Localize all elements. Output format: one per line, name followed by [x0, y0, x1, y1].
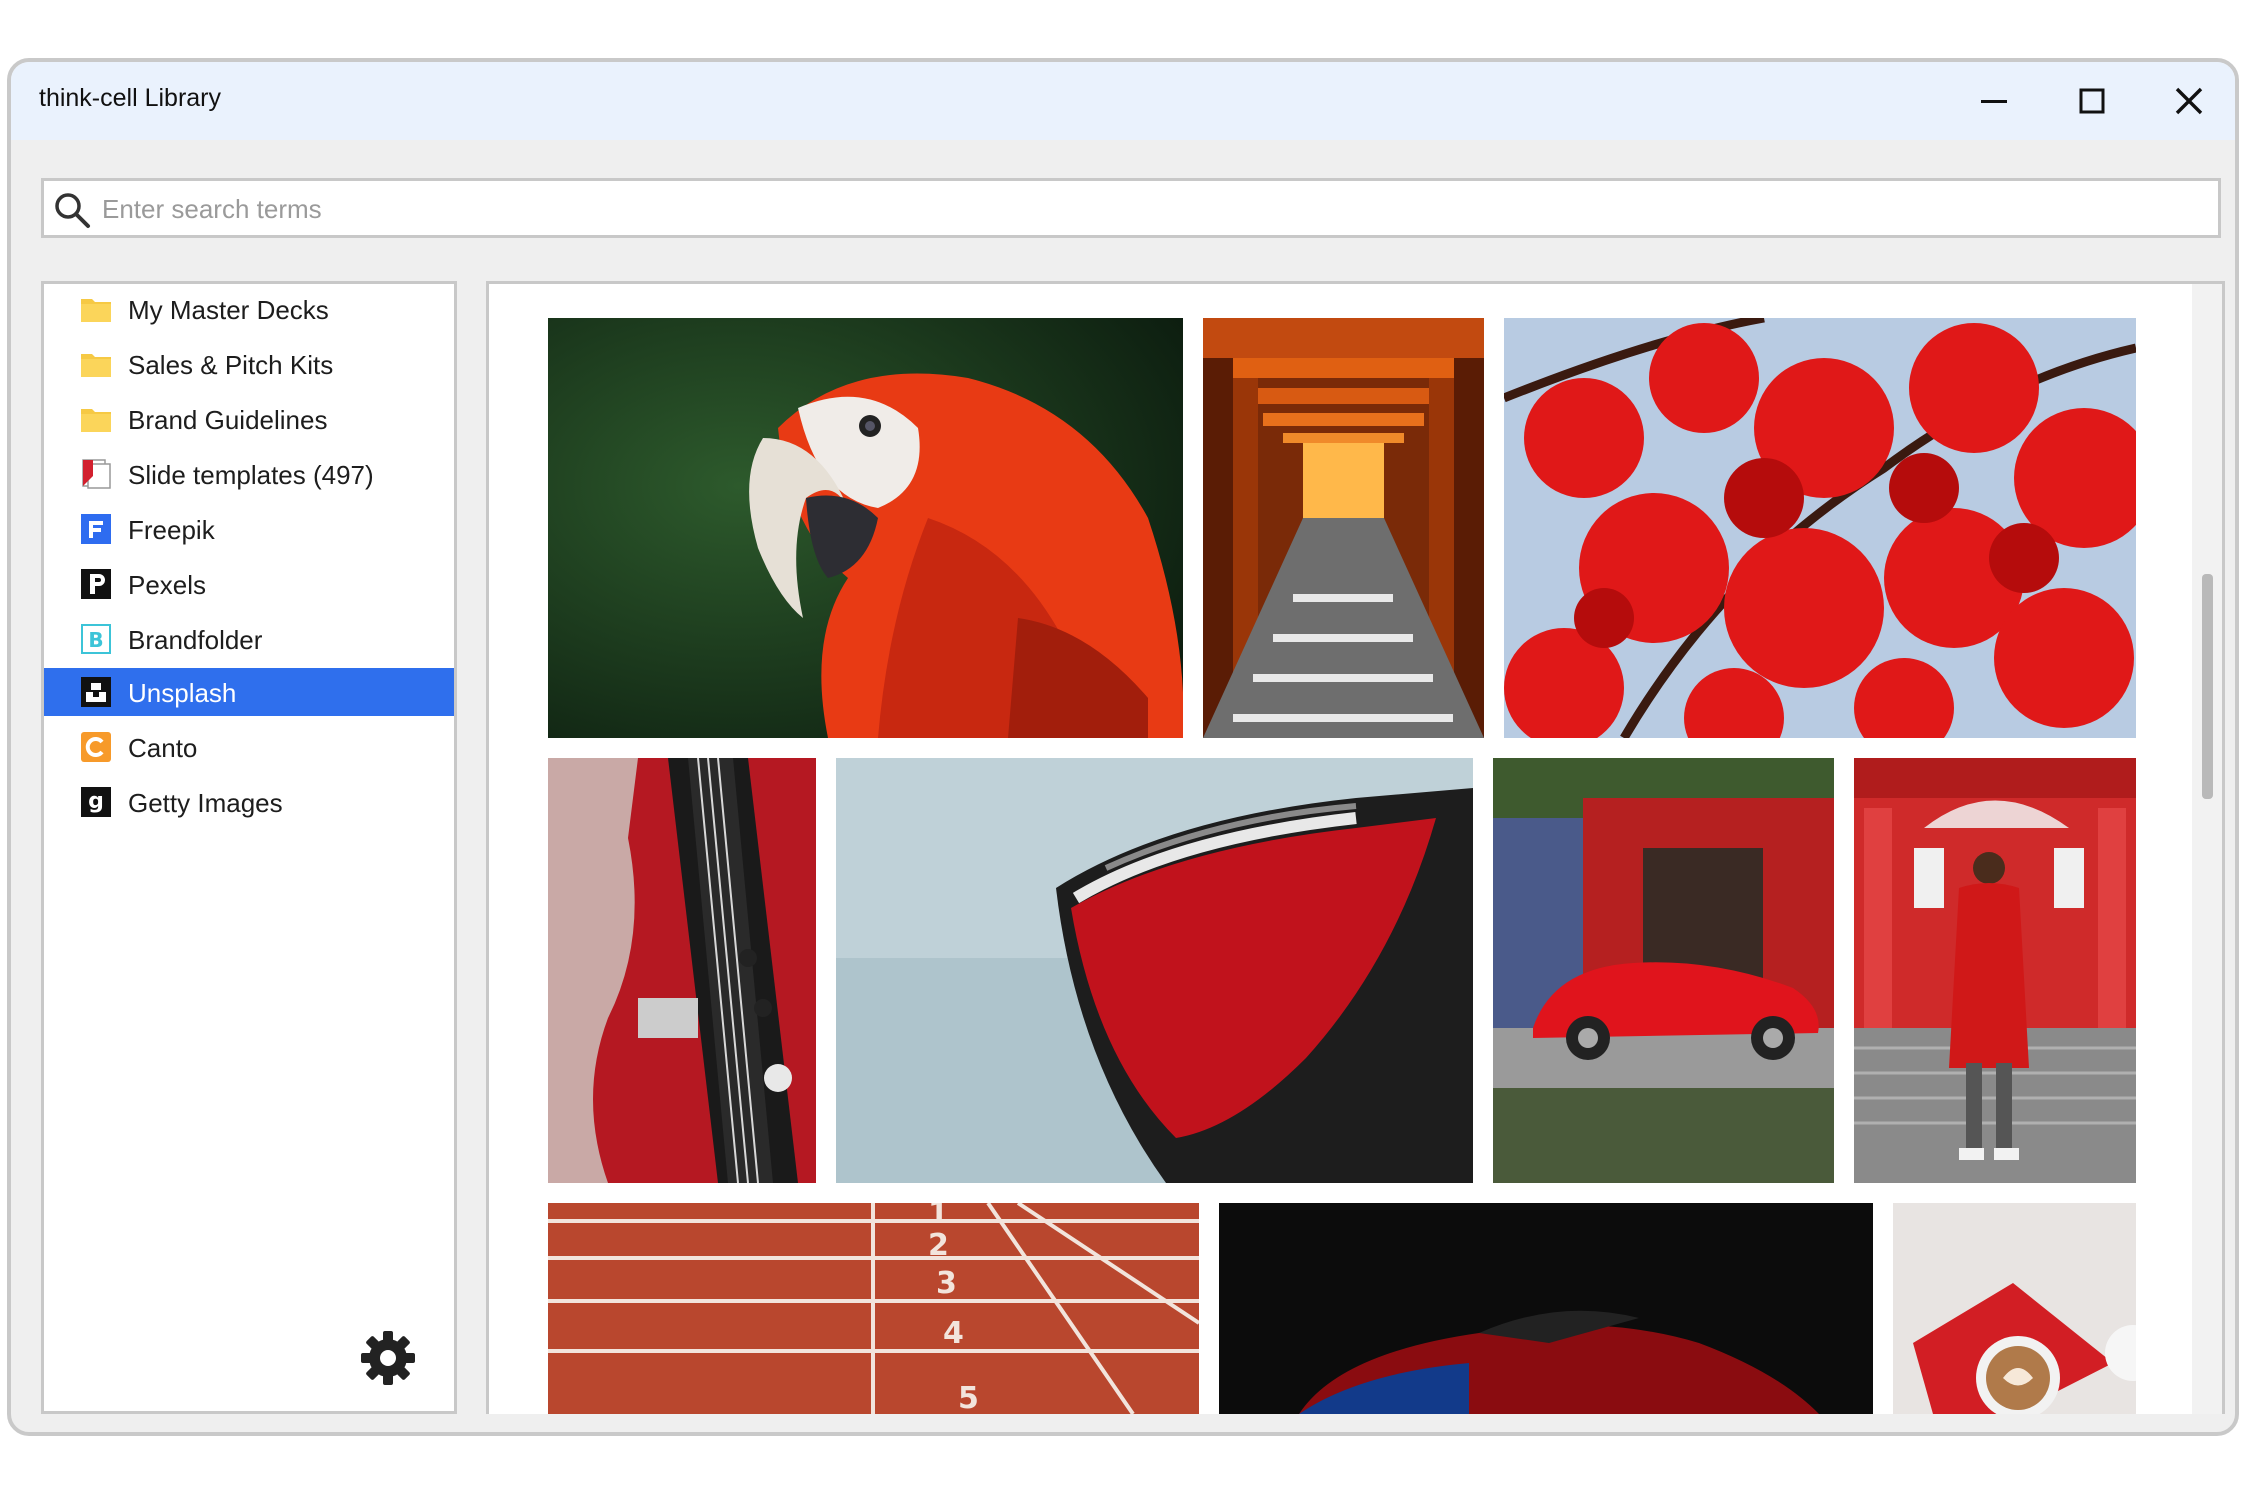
guitar-photo	[548, 758, 816, 1183]
sidebar-item-slide-templates[interactable]: Slide templates (497)	[44, 450, 454, 498]
minimize-icon	[1981, 100, 2007, 103]
parrot-photo	[548, 318, 1183, 738]
sidebar-item-unsplash[interactable]: Unsplash	[44, 668, 454, 716]
red-coat-woman-photo	[1854, 758, 2136, 1183]
gallery-image-sports-car[interactable]	[1219, 1203, 1873, 1414]
svg-text:5: 5	[958, 1381, 979, 1414]
sidebar-item-sales-pitch-kits[interactable]: Sales & Pitch Kits	[44, 340, 454, 388]
sidebar-item-getty-images[interactable]: g Getty Images	[44, 778, 454, 826]
gallery-image-torii[interactable]	[1203, 318, 1484, 738]
sidebar-item-canto[interactable]: Canto	[44, 723, 454, 771]
svg-text:2: 2	[928, 1228, 949, 1263]
freepik-logo-icon	[81, 514, 111, 544]
sidebar-item-freepik[interactable]: Freepik	[44, 505, 454, 553]
search-box[interactable]	[41, 178, 2221, 238]
unsplash-logo-icon	[81, 677, 111, 707]
sidebar: My Master Decks Sales & Pitch Kits Brand…	[41, 281, 457, 1414]
sidebar-item-label: My Master Decks	[128, 295, 329, 325]
gallery-image-running-track[interactable]: 123 4 5	[548, 1203, 1199, 1414]
gear-icon[interactable]	[358, 1328, 418, 1388]
image-gallery: 123 4 5	[486, 281, 2225, 1414]
search-input[interactable]	[100, 187, 2204, 231]
brandfolder-logo-icon: B	[81, 624, 111, 654]
gallery-image-red-coat-woman[interactable]	[1854, 758, 2136, 1183]
library-window: think-cell Library My Master Decks Sales…	[7, 58, 2239, 1436]
minimize-button[interactable]	[1961, 70, 2027, 132]
sidebar-item-label: Brand Guidelines	[128, 405, 328, 435]
pexels-logo-icon	[81, 569, 111, 599]
sidebar-item-label: Pexels	[128, 570, 207, 600]
boat-photo	[836, 758, 1473, 1183]
sidebar-item-brand-guidelines[interactable]: Brand Guidelines	[44, 395, 454, 443]
sidebar-item-brandfolder[interactable]: B Brandfolder	[44, 615, 454, 663]
sidebar-item-label: Freepik	[128, 515, 215, 545]
gallery-image-red-convertible[interactable]	[1493, 758, 1834, 1183]
search-icon	[55, 193, 90, 228]
sidebar-item-label: Brandfolder	[128, 625, 263, 655]
torii-photo	[1203, 318, 1484, 738]
folder-icon	[81, 354, 111, 377]
sidebar-item-label: Sales & Pitch Kits	[128, 350, 334, 380]
red-convertible-photo	[1493, 758, 1834, 1183]
folder-icon	[81, 299, 111, 322]
sports-car-photo	[1219, 1203, 1873, 1414]
svg-text:1: 1	[928, 1203, 949, 1231]
scrollbar-thumb[interactable]	[2202, 574, 2213, 799]
scrollbar-track[interactable]	[2192, 284, 2222, 1414]
maple-leaves-photo	[1504, 318, 2136, 738]
svg-text:3: 3	[936, 1266, 957, 1301]
sidebar-item-pexels[interactable]: Pexels	[44, 560, 454, 608]
gallery-image-boat[interactable]	[836, 758, 1473, 1183]
svg-text:4: 4	[943, 1316, 964, 1351]
window-title: think-cell Library	[39, 84, 222, 112]
maximize-button[interactable]	[2059, 70, 2125, 132]
getty-images-logo-icon: g	[81, 787, 111, 817]
gallery-image-guitar[interactable]	[548, 758, 816, 1183]
gallery-image-book-latte[interactable]	[1893, 1203, 2136, 1414]
close-button[interactable]	[2156, 70, 2222, 132]
canto-logo-icon	[81, 732, 111, 762]
sidebar-item-label: Getty Images	[128, 788, 283, 818]
sidebar-item-label: Slide templates (497)	[128, 460, 374, 490]
sidebar-item-label: Canto	[128, 733, 198, 763]
book-latte-photo	[1893, 1203, 2136, 1414]
slide-templates-icon	[82, 459, 111, 489]
close-icon	[2175, 87, 2203, 115]
folder-icon	[81, 409, 111, 432]
svg-text:B: B	[88, 628, 103, 652]
title-bar: think-cell Library	[11, 62, 2235, 140]
running-track-photo: 123 4 5	[548, 1203, 1199, 1414]
svg-text:g: g	[88, 789, 104, 814]
sidebar-item-label: Unsplash	[128, 678, 237, 708]
maximize-icon	[2079, 88, 2105, 114]
gallery-image-parrot[interactable]	[548, 318, 1183, 738]
gallery-image-maple-leaves[interactable]	[1504, 318, 2136, 738]
sidebar-item-my-master-decks[interactable]: My Master Decks	[44, 285, 454, 333]
